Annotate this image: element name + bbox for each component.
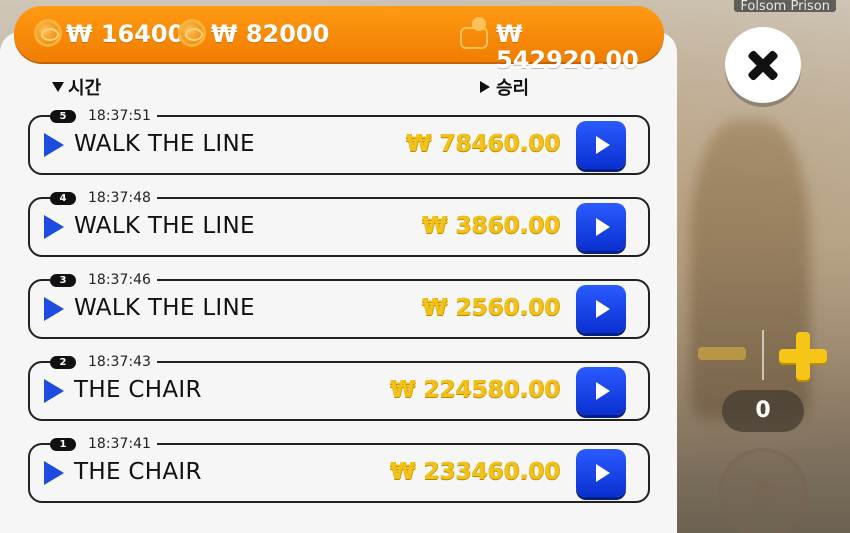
row-time: 18:37:48 [88,190,151,206]
win-amount: ₩ 2560.00 [421,295,560,321]
win-amount: ₩ 233460.00 [389,459,560,485]
sort-right-icon [480,81,490,93]
play-icon [44,133,64,157]
round-badge: 3 [50,273,76,287]
coin-balance-1: ₩ 16400 [66,20,185,48]
song-title: THE CHAIR [74,459,202,485]
balance-bar: ₩ 16400 ₩ 82000 ₩ 542920.00 [14,6,664,73]
win-amount: ₩ 78460.00 [405,131,560,157]
row-time: 18:37:46 [88,272,151,288]
replay-button[interactable] [576,121,626,169]
round-badge: 1 [50,437,76,451]
row-header: 5 18:37:51 [50,108,157,124]
game-screen: Folsom Prison ₩ 16400 ₩ 82000 ₩ 542920.0… [0,0,850,533]
sort-win-header[interactable]: 승리 [480,74,529,100]
play-icon [44,379,64,403]
wallet-balance: ₩ 542920.00 [496,20,639,74]
song-title: WALK THE LINE [74,213,255,239]
replay-button[interactable] [576,367,626,415]
song-title: WALK THE LINE [74,131,255,157]
song-title: THE CHAIR [74,377,202,403]
history-row: 2 18:37:43 THE CHAIR ₩ 224580.00 [28,354,650,421]
round-badge: 5 [50,109,76,123]
sort-time-header[interactable]: 시간 [52,74,101,100]
round-badge: 4 [50,191,76,205]
win-amount: ₩ 224580.00 [389,377,560,403]
sort-down-icon [52,82,64,92]
row-time: 18:37:43 [88,354,151,370]
minus-button[interactable] [698,347,746,360]
coin-icon [178,19,206,47]
history-row: 1 18:37:41 THE CHAIR ₩ 233460.00 [28,436,650,503]
divider [762,330,764,380]
round-badge: 2 [50,355,76,369]
play-icon [44,461,64,485]
time-header-label: 시간 [68,78,102,99]
history-row: 5 18:37:51 WALK THE LINE ₩ 78460.00 [28,108,650,175]
row-header: 4 18:37:48 [50,190,157,206]
row-time: 18:37:51 [88,108,151,124]
row-header: 1 18:37:41 [50,436,157,452]
row-header: 3 18:37:46 [50,272,157,288]
row-header: 2 18:37:43 [50,354,157,370]
history-row: 3 18:37:46 WALK THE LINE ₩ 2560.00 [28,272,650,339]
spin-button[interactable] [718,448,808,533]
replay-button[interactable] [576,449,626,497]
bet-counter: 0 [722,390,804,432]
song-title: WALK THE LINE [74,295,255,321]
coin-icon [34,19,62,47]
history-row: 4 18:37:48 WALK THE LINE ₩ 3860.00 [28,190,650,257]
replay-button[interactable] [576,285,626,333]
close-button[interactable] [725,27,801,103]
win-amount: ₩ 3860.00 [421,213,560,239]
win-header-label: 승리 [496,78,530,99]
wallet-icon [460,17,490,49]
play-icon [44,215,64,239]
row-time: 18:37:41 [88,436,151,452]
coin-balance-2: ₩ 82000 [211,20,330,48]
replay-button[interactable] [576,203,626,251]
background-title: Folsom Prison [734,0,836,12]
play-icon [44,297,64,321]
plus-button[interactable] [779,332,827,380]
